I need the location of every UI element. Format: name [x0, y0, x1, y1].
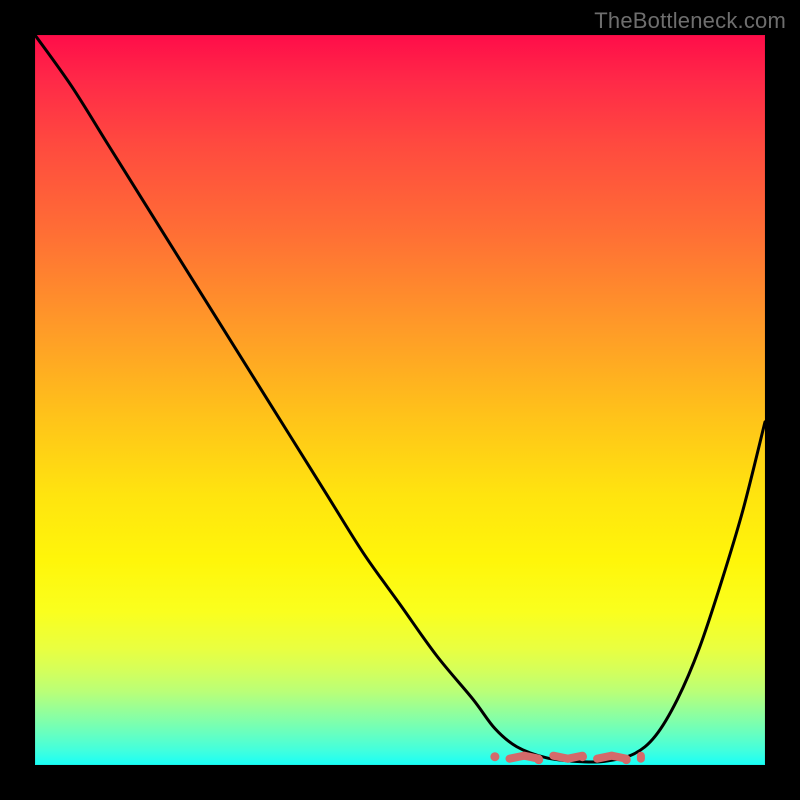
bottleneck-curve	[35, 35, 765, 765]
chart-frame: TheBottleneck.com	[0, 0, 800, 800]
trough-accent	[490, 752, 641, 764]
plot-area	[35, 35, 765, 765]
curve-line	[35, 35, 765, 762]
watermark-text: TheBottleneck.com	[594, 8, 786, 34]
